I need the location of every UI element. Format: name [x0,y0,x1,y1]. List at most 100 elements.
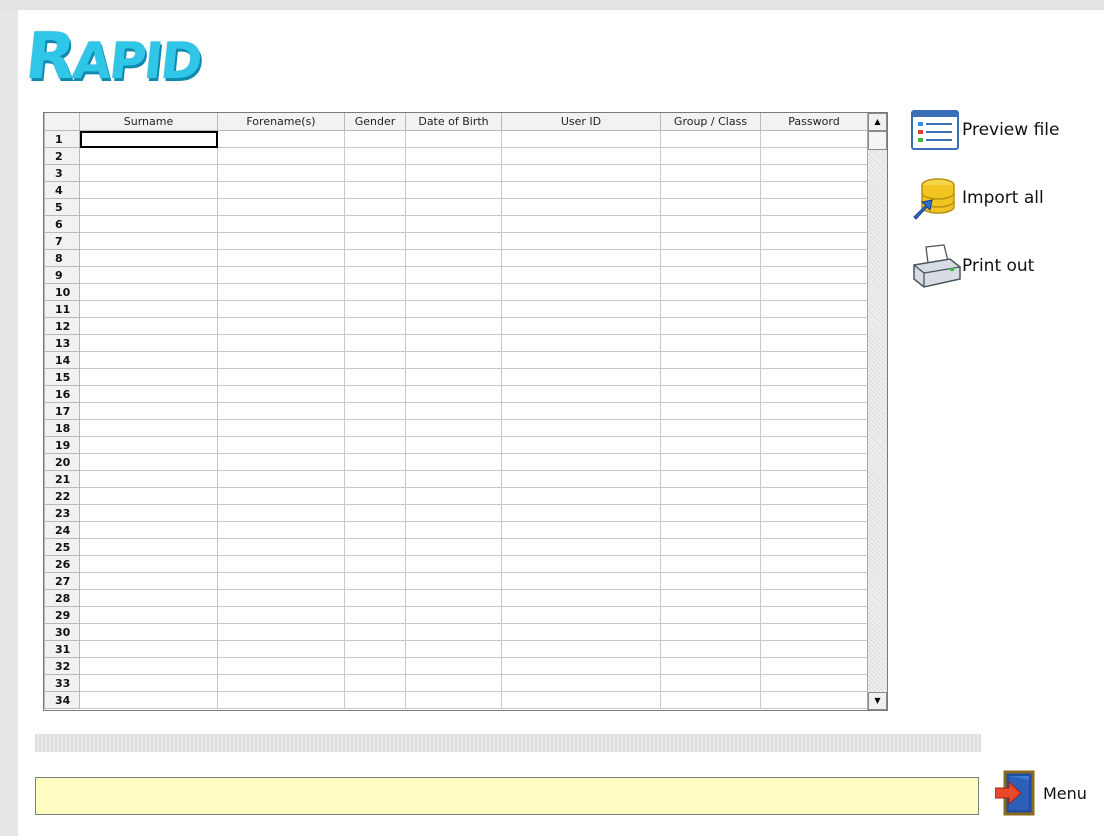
grid-cell[interactable] [405,589,502,607]
grid-cell[interactable] [217,640,345,658]
grid-cell[interactable] [760,198,868,216]
grid-cell[interactable] [760,589,868,607]
grid-cell[interactable] [217,487,345,505]
scroll-down-arrow-icon[interactable]: ▼ [868,692,887,710]
grid-cell[interactable] [501,198,661,216]
column-header[interactable]: Surname [79,113,218,131]
grid-cell[interactable] [79,198,218,216]
grid-cell[interactable] [501,164,661,182]
grid-cell[interactable] [344,419,406,437]
grid-cell[interactable] [660,487,761,505]
grid-cell[interactable] [79,572,218,590]
grid-cell[interactable] [217,249,345,267]
grid-cell[interactable] [405,521,502,539]
grid-cell[interactable] [501,300,661,318]
grid-cell[interactable] [405,164,502,182]
grid-cell[interactable] [760,351,868,369]
grid-cell[interactable] [217,266,345,284]
grid-cell[interactable] [217,538,345,556]
grid-cell[interactable] [760,453,868,471]
grid-cell[interactable] [217,504,345,522]
grid-cell[interactable] [344,232,406,250]
grid-cell[interactable] [217,300,345,318]
grid-cell[interactable] [79,555,218,573]
grid-cell[interactable] [405,402,502,420]
grid-cell[interactable] [79,300,218,318]
grid-cell[interactable] [760,147,868,165]
grid-cell[interactable] [79,691,218,709]
grid-cell[interactable] [501,215,661,233]
grid-cell[interactable] [79,674,218,692]
grid-cell[interactable] [660,623,761,641]
grid-cell[interactable] [760,674,868,692]
column-header[interactable]: Date of Birth [405,113,502,131]
grid-cell[interactable] [79,504,218,522]
grid-cell[interactable] [660,657,761,675]
grid-cell[interactable] [660,317,761,335]
grid-cell[interactable] [760,334,868,352]
grid-cell[interactable] [217,215,345,233]
grid-cell[interactable] [501,266,661,284]
column-header[interactable]: Group / Class [660,113,761,131]
grid-cell[interactable] [217,130,345,148]
grid-cell[interactable] [760,300,868,318]
grid-cell[interactable] [660,147,761,165]
grid-cell[interactable] [760,402,868,420]
grid-cell[interactable] [217,453,345,471]
grid-cell[interactable] [344,657,406,675]
column-header[interactable]: User ID [501,113,661,131]
grid-cell[interactable] [405,385,502,403]
grid-cell[interactable] [217,317,345,335]
column-header[interactable]: Forename(s) [217,113,345,131]
grid-cell[interactable] [501,504,661,522]
grid-table[interactable]: Surname Forename(s) Gender Date of Birth Use… [44,113,868,709]
grid-cell[interactable] [344,334,406,352]
grid-cell[interactable] [760,181,868,199]
grid-cell[interactable] [79,266,218,284]
grid-cell[interactable] [217,419,345,437]
grid-cell[interactable] [760,215,868,233]
grid-cell[interactable] [344,402,406,420]
grid-cell[interactable] [501,572,661,590]
grid-cell[interactable] [405,249,502,267]
grid-cell[interactable] [405,283,502,301]
grid-cell[interactable] [344,300,406,318]
grid-cell[interactable] [217,402,345,420]
grid-cell[interactable] [660,691,761,709]
grid-cell[interactable] [217,470,345,488]
grid-cell[interactable] [405,198,502,216]
grid-cell[interactable] [405,555,502,573]
grid-cell[interactable] [217,368,345,386]
grid-cell[interactable] [79,164,218,182]
grid-cell[interactable] [660,674,761,692]
grid-cell[interactable] [79,487,218,505]
grid-cell[interactable] [760,249,868,267]
grid-cell[interactable] [217,657,345,675]
grid-cell[interactable] [760,606,868,624]
grid-vertical-scrollbar[interactable]: ▲ ▼ [867,113,887,710]
grid-cell[interactable] [217,436,345,454]
grid-cell[interactable] [760,419,868,437]
grid-cell[interactable] [660,198,761,216]
grid-cell[interactable] [79,589,218,607]
grid-cell[interactable] [79,249,218,267]
grid-cell[interactable] [660,555,761,573]
grid-cell[interactable] [660,215,761,233]
grid-cell[interactable] [501,283,661,301]
grid-cell[interactable] [405,657,502,675]
grid-cell[interactable] [660,351,761,369]
grid-cell[interactable] [405,317,502,335]
grid-cell[interactable] [660,504,761,522]
grid-cell[interactable] [760,130,868,148]
grid-cell[interactable] [79,351,218,369]
grid-cell[interactable] [501,521,661,539]
grid-cell[interactable] [344,198,406,216]
grid-cell[interactable] [760,691,868,709]
grid-cell[interactable] [501,249,661,267]
grid-cell[interactable] [79,317,218,335]
grid-cell[interactable] [760,436,868,454]
grid-cell[interactable] [760,572,868,590]
grid-cell[interactable] [501,487,661,505]
grid-cell[interactable] [760,504,868,522]
grid-cell[interactable] [405,351,502,369]
